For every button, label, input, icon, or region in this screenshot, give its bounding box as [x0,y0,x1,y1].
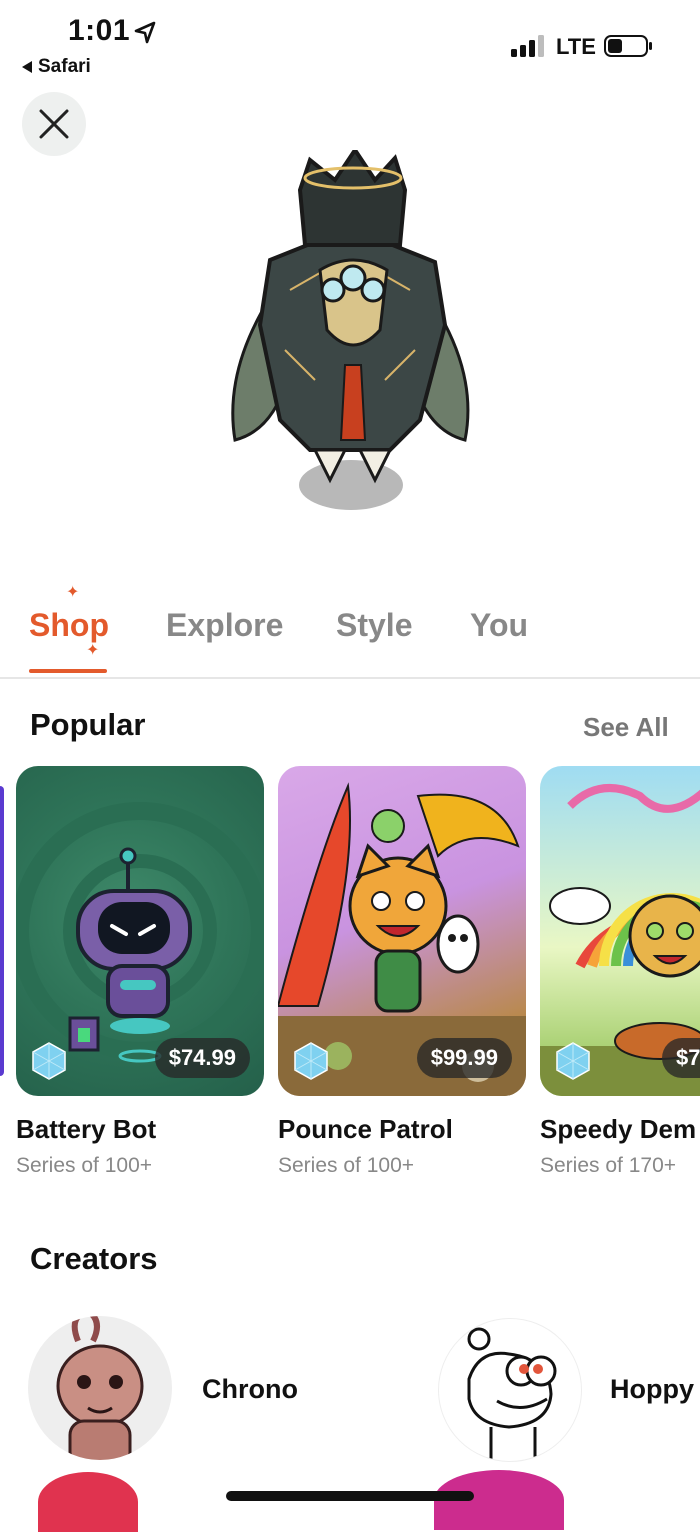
price-badge: $99.99 [416,1038,512,1078]
prev-card-edge [0,786,4,1076]
back-to-safari-link[interactable]: Safari [22,56,91,78]
signal-bars-icon [511,35,544,57]
tab-shop[interactable]: Shop [29,607,109,644]
back-triangle-icon [22,61,32,73]
chrono-avatar-art [56,1316,144,1460]
gem-icon [32,1042,66,1080]
creator-avatar-chrono[interactable] [28,1316,172,1460]
battery-icon [604,35,652,57]
location-arrow-icon [134,21,156,44]
product-card-battery-bot[interactable]: $74.99 [16,766,264,1096]
close-icon [39,109,69,139]
hoppy-avatar-art [467,1327,557,1461]
product-card-speedy-dem[interactable]: $7 [540,766,700,1096]
tab-explore[interactable]: Explore [166,607,283,644]
creator-name[interactable]: Hoppy [610,1374,694,1405]
card-subtitle: Series of 170+ [540,1154,677,1177]
sparkle-icon: ✦ [66,584,80,601]
gem-icon [556,1042,590,1080]
card-subtitle: Series of 100+ [16,1154,153,1177]
card-title: Speedy Dem [540,1114,697,1144]
card-title: Battery Bot [16,1114,157,1144]
card-title: Pounce Patrol [278,1114,453,1144]
see-all-link[interactable]: See All [583,712,669,743]
home-indicator[interactable] [226,1491,474,1501]
gem-icon [294,1042,328,1080]
tab-you[interactable]: You [470,607,528,644]
avatar-preview-image [231,150,470,510]
product-card-pounce-patrol[interactable]: $99.99 [278,766,526,1096]
tab-bar: ✦ Shop ✦ Explore Style You [0,585,700,679]
creator-avatar-partial[interactable] [38,1472,138,1532]
creators-section-title: Creators [30,1241,158,1276]
popular-section-title: Popular [30,707,146,742]
back-app-label: Safari [38,56,91,77]
close-button[interactable] [22,92,86,156]
creator-avatar-hoppy[interactable] [438,1318,582,1462]
tab-style[interactable]: Style [336,607,412,644]
sparkle-icon: ✦ [86,642,100,659]
network-type: LTE [556,34,596,59]
card-subtitle: Series of 100+ [278,1154,415,1177]
status-time: 1:01 [68,14,131,47]
price-badge: $7 [662,1038,700,1078]
price-badge: $74.99 [154,1038,250,1078]
creator-name[interactable]: Chrono [202,1374,298,1405]
active-tab-indicator [29,669,107,673]
